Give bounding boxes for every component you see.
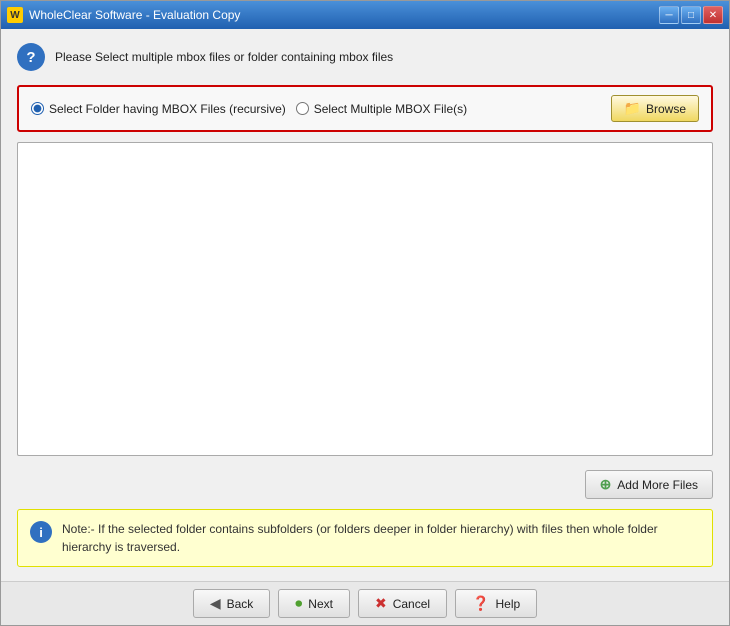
browse-icon: 📁 [624, 100, 641, 117]
title-bar: W WholeClear Software - Evaluation Copy … [1, 1, 729, 29]
main-window: W WholeClear Software - Evaluation Copy … [0, 0, 730, 626]
back-label: Back [227, 597, 254, 611]
browse-label: Browse [646, 102, 686, 116]
cancel-button[interactable]: ✖ Cancel [358, 589, 447, 618]
window-title: WholeClear Software - Evaluation Copy [29, 8, 240, 22]
files-radio-option[interactable]: Select Multiple MBOX File(s) [296, 102, 467, 116]
folder-radio-label: Select Folder having MBOX Files (recursi… [49, 102, 286, 116]
info-icon: i [30, 521, 52, 543]
footer: ◀ Back ⏺ Next ✖ Cancel ❓ Help [1, 581, 729, 625]
question-icon: ? [17, 43, 45, 71]
next-icon: ⏺ [295, 595, 302, 612]
cancel-label: Cancel [393, 597, 430, 611]
browse-button[interactable]: 📁 Browse [611, 95, 699, 122]
files-radio[interactable] [296, 102, 309, 115]
close-button[interactable]: ✕ [703, 6, 723, 24]
add-icon: ⊕ [600, 476, 612, 493]
next-button[interactable]: ⏺ Next [278, 589, 350, 618]
app-icon: W [7, 7, 23, 23]
maximize-button[interactable]: □ [681, 6, 701, 24]
folder-radio-option[interactable]: Select Folder having MBOX Files (recursi… [31, 102, 286, 116]
note-text: Note:- If the selected folder contains s… [62, 520, 700, 556]
add-more-files-button[interactable]: ⊕ Add More Files [585, 470, 713, 499]
file-list-area[interactable] [17, 142, 713, 456]
header-row: ? Please Select multiple mbox files or f… [17, 43, 713, 75]
back-button[interactable]: ◀ Back [193, 589, 270, 618]
selection-box: Select Folder having MBOX Files (recursi… [17, 85, 713, 132]
minimize-button[interactable]: ─ [659, 6, 679, 24]
add-files-label: Add More Files [617, 478, 698, 492]
title-controls: ─ □ ✕ [659, 6, 723, 24]
note-box: i Note:- If the selected folder contains… [17, 509, 713, 567]
help-label: Help [496, 597, 521, 611]
folder-radio[interactable] [31, 102, 44, 115]
add-files-row: ⊕ Add More Files [17, 470, 713, 499]
cancel-icon: ✖ [375, 595, 387, 612]
back-icon: ◀ [210, 595, 221, 612]
content-area: ? Please Select multiple mbox files or f… [1, 29, 729, 581]
files-radio-label: Select Multiple MBOX File(s) [314, 102, 467, 116]
header-text: Please Select multiple mbox files or fol… [55, 50, 393, 64]
next-label: Next [308, 597, 333, 611]
help-icon: ❓ [472, 595, 489, 612]
help-button[interactable]: ❓ Help [455, 589, 537, 618]
title-bar-left: W WholeClear Software - Evaluation Copy [7, 7, 240, 23]
